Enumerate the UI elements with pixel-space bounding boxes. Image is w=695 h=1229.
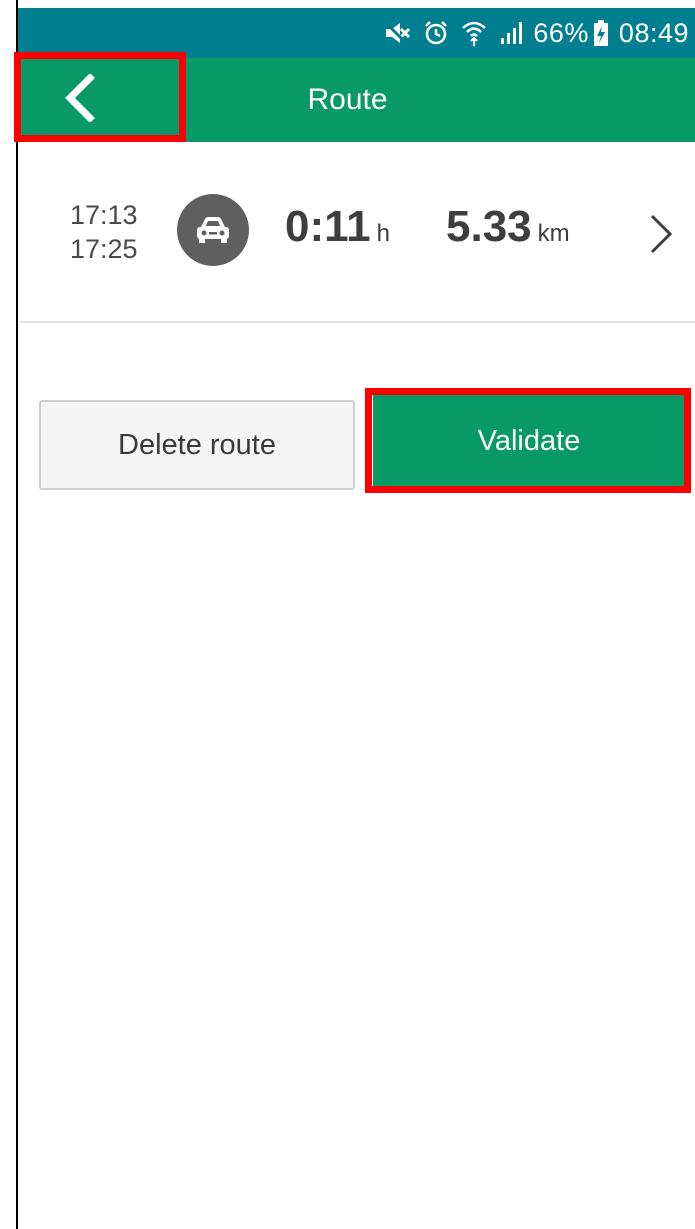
route-times: 17:13 17:25: [70, 198, 138, 266]
battery-percentage: 66%: [533, 17, 589, 48]
start-time: 17:13: [70, 200, 138, 230]
page-title: Route: [307, 83, 388, 116]
route-distance: 5.33 km: [446, 202, 570, 252]
route-summary-row[interactable]: 17:13 17:25 0:11 h 5.33 km: [20, 142, 695, 323]
battery-charging-icon: [593, 8, 609, 58]
status-time: 08:49: [618, 17, 689, 48]
top-border: [0, 0, 695, 8]
left-border: [0, 0, 18, 1229]
wifi-icon: [461, 8, 487, 58]
duration-unit: h: [376, 220, 390, 247]
distance-value: 5.33: [446, 202, 532, 251]
mute-icon: [383, 8, 411, 58]
alarm-icon: [423, 8, 449, 58]
validate-button[interactable]: Validate: [373, 395, 685, 487]
end-time: 17:25: [70, 234, 138, 264]
screen: 66% 08:49 Route 17:13 17:25 0:11 h 5.33 …: [0, 0, 695, 1229]
chevron-right-icon[interactable]: [640, 210, 680, 258]
duration-value: 0:11: [285, 202, 371, 251]
distance-unit: km: [537, 220, 570, 247]
car-icon: [177, 194, 249, 266]
delete-route-button[interactable]: Delete route: [39, 400, 355, 490]
route-duration: 0:11 h: [285, 202, 390, 252]
signal-icon: [499, 8, 523, 58]
status-bar: 66% 08:49: [18, 8, 695, 58]
